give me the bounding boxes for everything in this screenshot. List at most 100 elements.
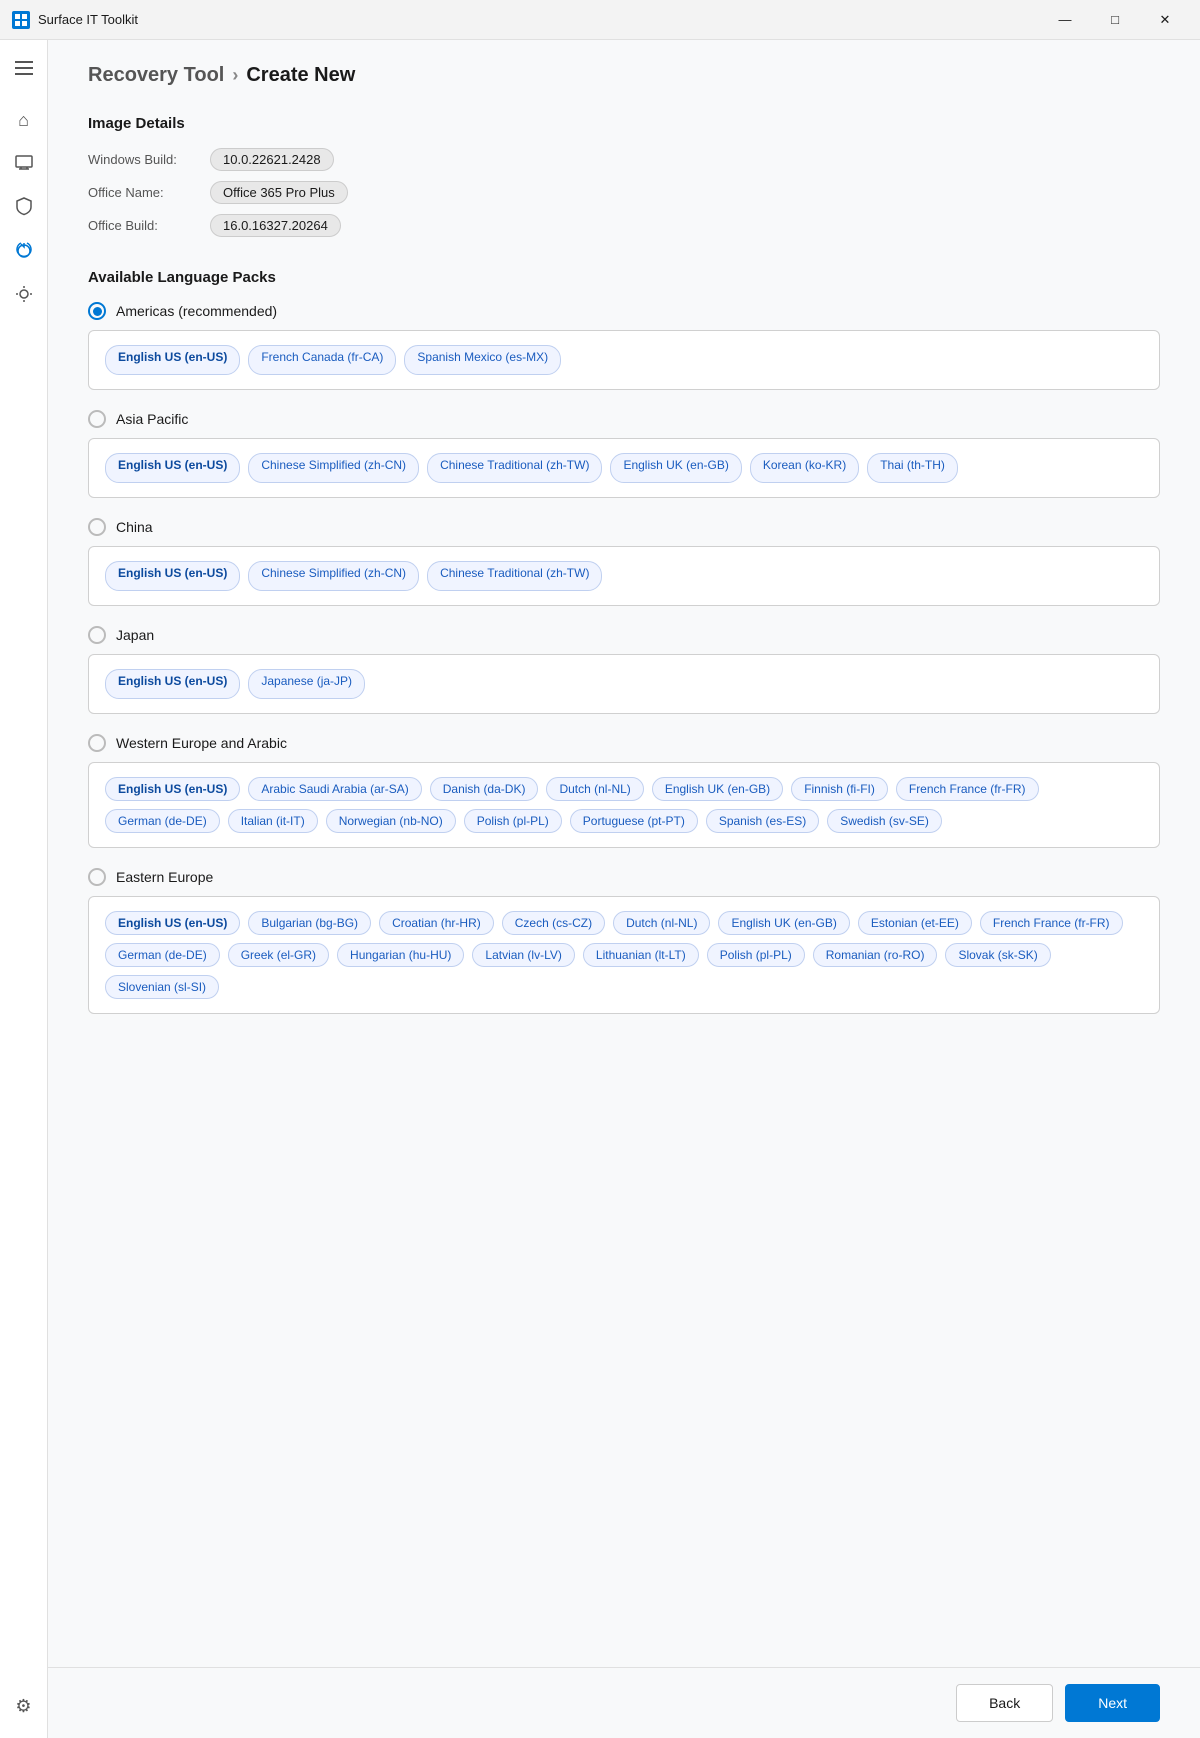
sidebar-item-devices[interactable] bbox=[4, 144, 44, 184]
region-western-europe-tags: English US (en-US) Arabic Saudi Arabia (… bbox=[88, 762, 1160, 848]
sidebar-item-home[interactable]: ⌂ bbox=[4, 100, 44, 140]
office-name-label: Office Name: bbox=[88, 185, 198, 200]
breadcrumb: Recovery Tool › Create New bbox=[88, 64, 1160, 87]
region-asia-pacific-radio-row[interactable]: Asia Pacific bbox=[88, 410, 1160, 428]
lang-tag: Polish (pl-PL) bbox=[707, 943, 805, 967]
language-packs-section: Available Language Packs Americas (recom… bbox=[88, 269, 1160, 1014]
lang-tag: English UK (en-GB) bbox=[652, 777, 783, 801]
breadcrumb-parent[interactable]: Recovery Tool bbox=[88, 64, 224, 87]
windows-build-row: Windows Build: 10.0.22621.2428 bbox=[88, 148, 1160, 171]
region-eastern-europe-tags: English US (en-US) Bulgarian (bg-BG) Cro… bbox=[88, 896, 1160, 1014]
region-japan-radio[interactable] bbox=[88, 626, 106, 644]
lang-tag: Slovenian (sl-SI) bbox=[105, 975, 219, 999]
lang-tag: French France (fr-FR) bbox=[980, 911, 1123, 935]
lang-tag: Polish (pl-PL) bbox=[464, 809, 562, 833]
lang-tag: Estonian (et-EE) bbox=[858, 911, 972, 935]
region-japan-tags: English US (en-US) Japanese (ja-JP) bbox=[88, 654, 1160, 714]
lang-tag: English US (en-US) bbox=[105, 911, 240, 935]
hamburger-line-1 bbox=[15, 61, 33, 63]
breadcrumb-separator: › bbox=[232, 65, 238, 86]
sidebar-bottom: ⚙ bbox=[4, 1686, 44, 1726]
lang-tag: Arabic Saudi Arabia (ar-SA) bbox=[248, 777, 421, 801]
main-content: Recovery Tool › Create New Image Details… bbox=[48, 40, 1200, 1738]
lang-tag: Latvian (lv-LV) bbox=[472, 943, 574, 967]
breadcrumb-current: Create New bbox=[246, 64, 355, 87]
region-japan: Japan English US (en-US) Japanese (ja-JP… bbox=[88, 626, 1160, 714]
region-americas-radio-row[interactable]: Americas (recommended) bbox=[88, 302, 1160, 320]
region-japan-radio-row[interactable]: Japan bbox=[88, 626, 1160, 644]
region-asia-pacific-radio[interactable] bbox=[88, 410, 106, 428]
lang-tag: Chinese Simplified (zh-CN) bbox=[248, 453, 419, 483]
region-eastern-europe-label: Eastern Europe bbox=[116, 869, 213, 885]
sidebar-item-security[interactable] bbox=[4, 188, 44, 228]
sidebar: ⌂ bbox=[0, 40, 48, 1738]
lang-tag: English US (en-US) bbox=[105, 453, 240, 483]
language-packs-title: Available Language Packs bbox=[88, 269, 1160, 286]
lang-tag: Dutch (nl-NL) bbox=[613, 911, 710, 935]
region-japan-label: Japan bbox=[116, 627, 154, 643]
lang-tag: English UK (en-GB) bbox=[610, 453, 741, 483]
image-details-section: Image Details Windows Build: 10.0.22621.… bbox=[88, 115, 1160, 237]
minimize-button[interactable]: — bbox=[1042, 4, 1088, 36]
region-china-radio[interactable] bbox=[88, 518, 106, 536]
title-bar-left: Surface IT Toolkit bbox=[12, 11, 138, 29]
shield-icon bbox=[14, 196, 34, 221]
region-asia-pacific-label: Asia Pacific bbox=[116, 411, 188, 427]
lang-tag: Chinese Simplified (zh-CN) bbox=[248, 561, 419, 591]
lang-tag: Lithuanian (lt-LT) bbox=[583, 943, 699, 967]
sidebar-item-recovery[interactable] bbox=[4, 232, 44, 272]
image-details-title: Image Details bbox=[88, 115, 1160, 132]
lang-tag: Finnish (fi-FI) bbox=[791, 777, 888, 801]
next-button[interactable]: Next bbox=[1065, 1684, 1160, 1722]
region-americas-radio[interactable] bbox=[88, 302, 106, 320]
lang-tag: Dutch (nl-NL) bbox=[546, 777, 643, 801]
maximize-button[interactable]: □ bbox=[1092, 4, 1138, 36]
lang-tag: English US (en-US) bbox=[105, 561, 240, 591]
footer: Back Next bbox=[48, 1667, 1200, 1738]
region-china: China English US (en-US) Chinese Simplif… bbox=[88, 518, 1160, 606]
devices-icon bbox=[14, 152, 34, 177]
app-icon bbox=[12, 11, 30, 29]
sidebar-item-settings[interactable]: ⚙ bbox=[4, 1686, 44, 1726]
region-asia-pacific: Asia Pacific English US (en-US) Chinese … bbox=[88, 410, 1160, 498]
lang-tag: Italian (it-IT) bbox=[228, 809, 318, 833]
lang-tag: Slovak (sk-SK) bbox=[945, 943, 1050, 967]
region-americas-label: Americas (recommended) bbox=[116, 303, 277, 319]
lang-tag: Portuguese (pt-PT) bbox=[570, 809, 698, 833]
region-western-europe-label: Western Europe and Arabic bbox=[116, 735, 287, 751]
lang-tag: Croatian (hr-HR) bbox=[379, 911, 494, 935]
hamburger-menu[interactable] bbox=[4, 48, 44, 88]
lang-tag: Spanish (es-ES) bbox=[706, 809, 819, 833]
lang-tag: Thai (th-TH) bbox=[867, 453, 958, 483]
lang-tag: Swedish (sv-SE) bbox=[827, 809, 942, 833]
office-build-value: 16.0.16327.20264 bbox=[210, 214, 341, 237]
app-title: Surface IT Toolkit bbox=[38, 12, 138, 27]
region-eastern-europe: Eastern Europe English US (en-US) Bulgar… bbox=[88, 868, 1160, 1014]
region-western-europe-radio-row[interactable]: Western Europe and Arabic bbox=[88, 734, 1160, 752]
close-button[interactable]: ✕ bbox=[1142, 4, 1188, 36]
sidebar-item-updates[interactable] bbox=[4, 276, 44, 316]
region-americas: Americas (recommended) English US (en-US… bbox=[88, 302, 1160, 390]
back-button[interactable]: Back bbox=[956, 1684, 1053, 1722]
window-controls: — □ ✕ bbox=[1042, 4, 1188, 36]
region-china-radio-row[interactable]: China bbox=[88, 518, 1160, 536]
region-americas-tags: English US (en-US) French Canada (fr-CA)… bbox=[88, 330, 1160, 390]
windows-build-label: Windows Build: bbox=[88, 152, 198, 167]
region-eastern-europe-radio[interactable] bbox=[88, 868, 106, 886]
recovery-icon bbox=[14, 240, 34, 265]
region-china-label: China bbox=[116, 519, 153, 535]
lang-tag: Greek (el-GR) bbox=[228, 943, 329, 967]
region-asia-pacific-tags: English US (en-US) Chinese Simplified (z… bbox=[88, 438, 1160, 498]
hamburger-line-2 bbox=[15, 67, 33, 69]
lang-tag: English UK (en-GB) bbox=[718, 911, 849, 935]
region-eastern-europe-radio-row[interactable]: Eastern Europe bbox=[88, 868, 1160, 886]
region-western-europe: Western Europe and Arabic English US (en… bbox=[88, 734, 1160, 848]
lang-tag: Japanese (ja-JP) bbox=[248, 669, 365, 699]
region-western-europe-radio[interactable] bbox=[88, 734, 106, 752]
lang-tag: German (de-DE) bbox=[105, 809, 220, 833]
windows-build-value: 10.0.22621.2428 bbox=[210, 148, 334, 171]
lang-tag: Danish (da-DK) bbox=[430, 777, 539, 801]
lang-tag: English US (en-US) bbox=[105, 669, 240, 699]
hamburger-line-3 bbox=[15, 73, 33, 75]
lang-tag: English US (en-US) bbox=[105, 777, 240, 801]
